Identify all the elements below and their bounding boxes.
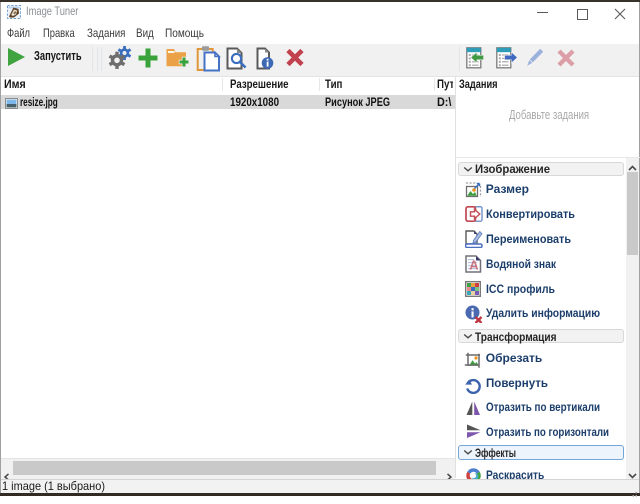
svg-text:A: A xyxy=(469,258,479,273)
